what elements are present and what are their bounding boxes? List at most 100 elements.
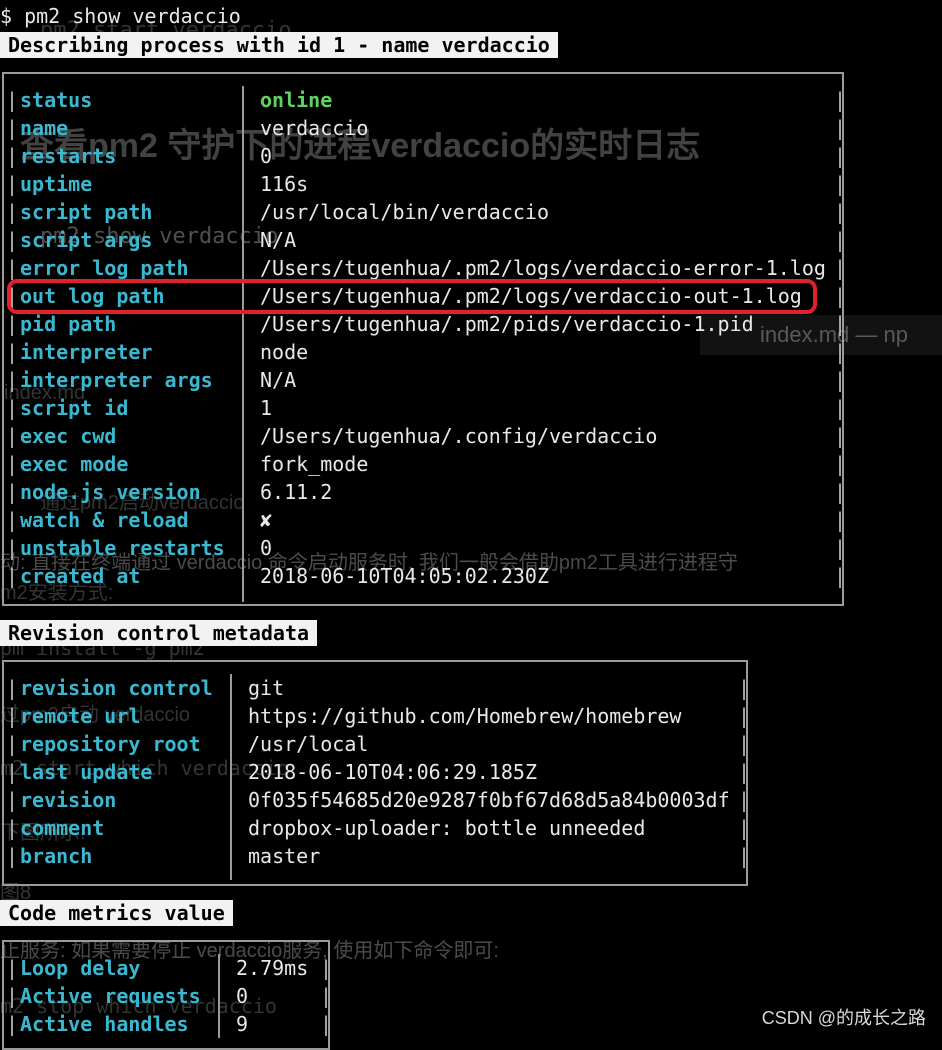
metrics-section-header: Code metrics value [0, 900, 233, 926]
table-border-pipe: | [834, 284, 847, 308]
row-key: interpreter args [20, 368, 213, 392]
row-value: N/A [260, 228, 297, 252]
table-border-pipe: | [834, 536, 847, 560]
row-value: 0 [236, 984, 249, 1008]
table-border-pipe: | [6, 704, 19, 728]
row-value: 0 [260, 144, 273, 168]
row-key: name [20, 116, 69, 140]
table-border-pipe: | [6, 88, 19, 112]
table-border-pipe: | [6, 564, 19, 588]
row-key: repository root [20, 732, 201, 756]
row-value: 116s [260, 172, 309, 196]
table-border-pipe: | [738, 844, 751, 868]
row-value: 6.11.2 [260, 480, 333, 504]
table-border-pipe: | [6, 984, 19, 1008]
table-border-pipe: | [834, 452, 847, 476]
table-border-pipe: | [834, 144, 847, 168]
table-border-pipe: | [6, 536, 19, 560]
row-value: ✘ [260, 508, 273, 532]
row-value: 0 [260, 536, 273, 560]
table-border-pipe: | [6, 676, 19, 700]
row-value: 0f035f54685d20e9287f0bf67d68d5a84b0003df [248, 788, 730, 812]
table-border-pipe: | [834, 88, 847, 112]
table-border-pipe: | [6, 956, 19, 980]
table-border-pipe: | [834, 480, 847, 504]
table-border-pipe: | [834, 172, 847, 196]
row-key: last update [20, 760, 153, 784]
row-key: unstable restarts [20, 536, 225, 560]
table-border-pipe: | [738, 788, 751, 812]
row-key: comment [20, 816, 105, 840]
revision-section-header: Revision control metadata [0, 620, 318, 646]
table-border-pipe: | [6, 424, 19, 448]
table-border-pipe: | [6, 732, 19, 756]
table-border-pipe: | [6, 144, 19, 168]
row-value: fork_mode [260, 452, 369, 476]
table-border-pipe: | [6, 508, 19, 532]
row-value: verdaccio [260, 116, 369, 140]
table-divider [230, 674, 232, 880]
row-key: revision [20, 788, 117, 812]
csdn-watermark: CSDN @的成长之路 [761, 1008, 926, 1028]
table-border-pipe: | [320, 984, 333, 1008]
row-key: watch & reload [20, 508, 189, 532]
row-value: git [248, 676, 285, 700]
process-section-header: Describing process with id 1 - name verd… [0, 32, 558, 58]
row-value: dropbox-uploader: bottle unneeded [248, 816, 646, 840]
row-key: created at [20, 564, 141, 588]
table-border-pipe: | [738, 760, 751, 784]
table-border-pipe: | [6, 396, 19, 420]
out-log-path-highlight [7, 279, 817, 314]
row-key: script args [20, 228, 153, 252]
row-key: uptime [20, 172, 93, 196]
table-border-pipe: | [6, 480, 19, 504]
table-border-pipe: | [834, 228, 847, 252]
table-border-pipe: | [738, 732, 751, 756]
row-value: 2018-06-10T04:05:02.230Z [260, 564, 549, 588]
row-key: Active handles [20, 1012, 189, 1036]
table-border-pipe: | [6, 452, 19, 476]
table-border-pipe: | [834, 256, 847, 280]
row-key: interpreter [20, 340, 153, 364]
table-border-pipe: | [738, 676, 751, 700]
row-key: revision control [20, 676, 213, 700]
table-border-pipe: | [6, 116, 19, 140]
table-border-pipe: | [834, 564, 847, 588]
row-key: status [20, 88, 93, 112]
row-key: error log path [20, 256, 189, 280]
table-border-pipe: | [834, 396, 847, 420]
table-border-pipe: | [6, 788, 19, 812]
row-value: /usr/local/bin/verdaccio [260, 200, 549, 224]
table-border-pipe: | [6, 228, 19, 252]
table-border-pipe: | [834, 312, 847, 336]
row-key: Loop delay [20, 956, 141, 980]
table-border-pipe: | [834, 424, 847, 448]
row-value: node [260, 340, 309, 364]
row-key: branch [20, 844, 93, 868]
row-key: Active requests [20, 984, 201, 1008]
table-border-pipe: | [834, 340, 847, 364]
row-value: /Users/tugenhua/.config/verdaccio [260, 424, 658, 448]
row-value: /Users/tugenhua/.pm2/pids/verdaccio-1.pi… [260, 312, 754, 336]
table-border-pipe: | [6, 844, 19, 868]
row-value: 9 [236, 1012, 249, 1036]
row-value: master [248, 844, 321, 868]
table-border-pipe: | [834, 508, 847, 532]
table-border-pipe: | [738, 704, 751, 728]
row-value: 2.79ms [236, 956, 309, 980]
table-border-pipe: | [834, 368, 847, 392]
table-border-pipe: | [6, 760, 19, 784]
table-border-pipe: | [6, 1012, 19, 1036]
table-border-pipe: | [6, 256, 19, 280]
row-key: pid path [20, 312, 117, 336]
terminal-command: $ pm2 show verdaccio [0, 4, 241, 28]
table-border-pipe: | [320, 956, 333, 980]
row-value: 1 [260, 396, 273, 420]
table-border-pipe: | [834, 200, 847, 224]
row-value: N/A [260, 368, 297, 392]
table-border-pipe: | [6, 340, 19, 364]
table-border-pipe: | [6, 312, 19, 336]
row-value: /Users/tugenhua/.pm2/logs/verdaccio-erro… [260, 256, 826, 280]
row-key: exec cwd [20, 424, 117, 448]
table-divider [242, 86, 244, 602]
